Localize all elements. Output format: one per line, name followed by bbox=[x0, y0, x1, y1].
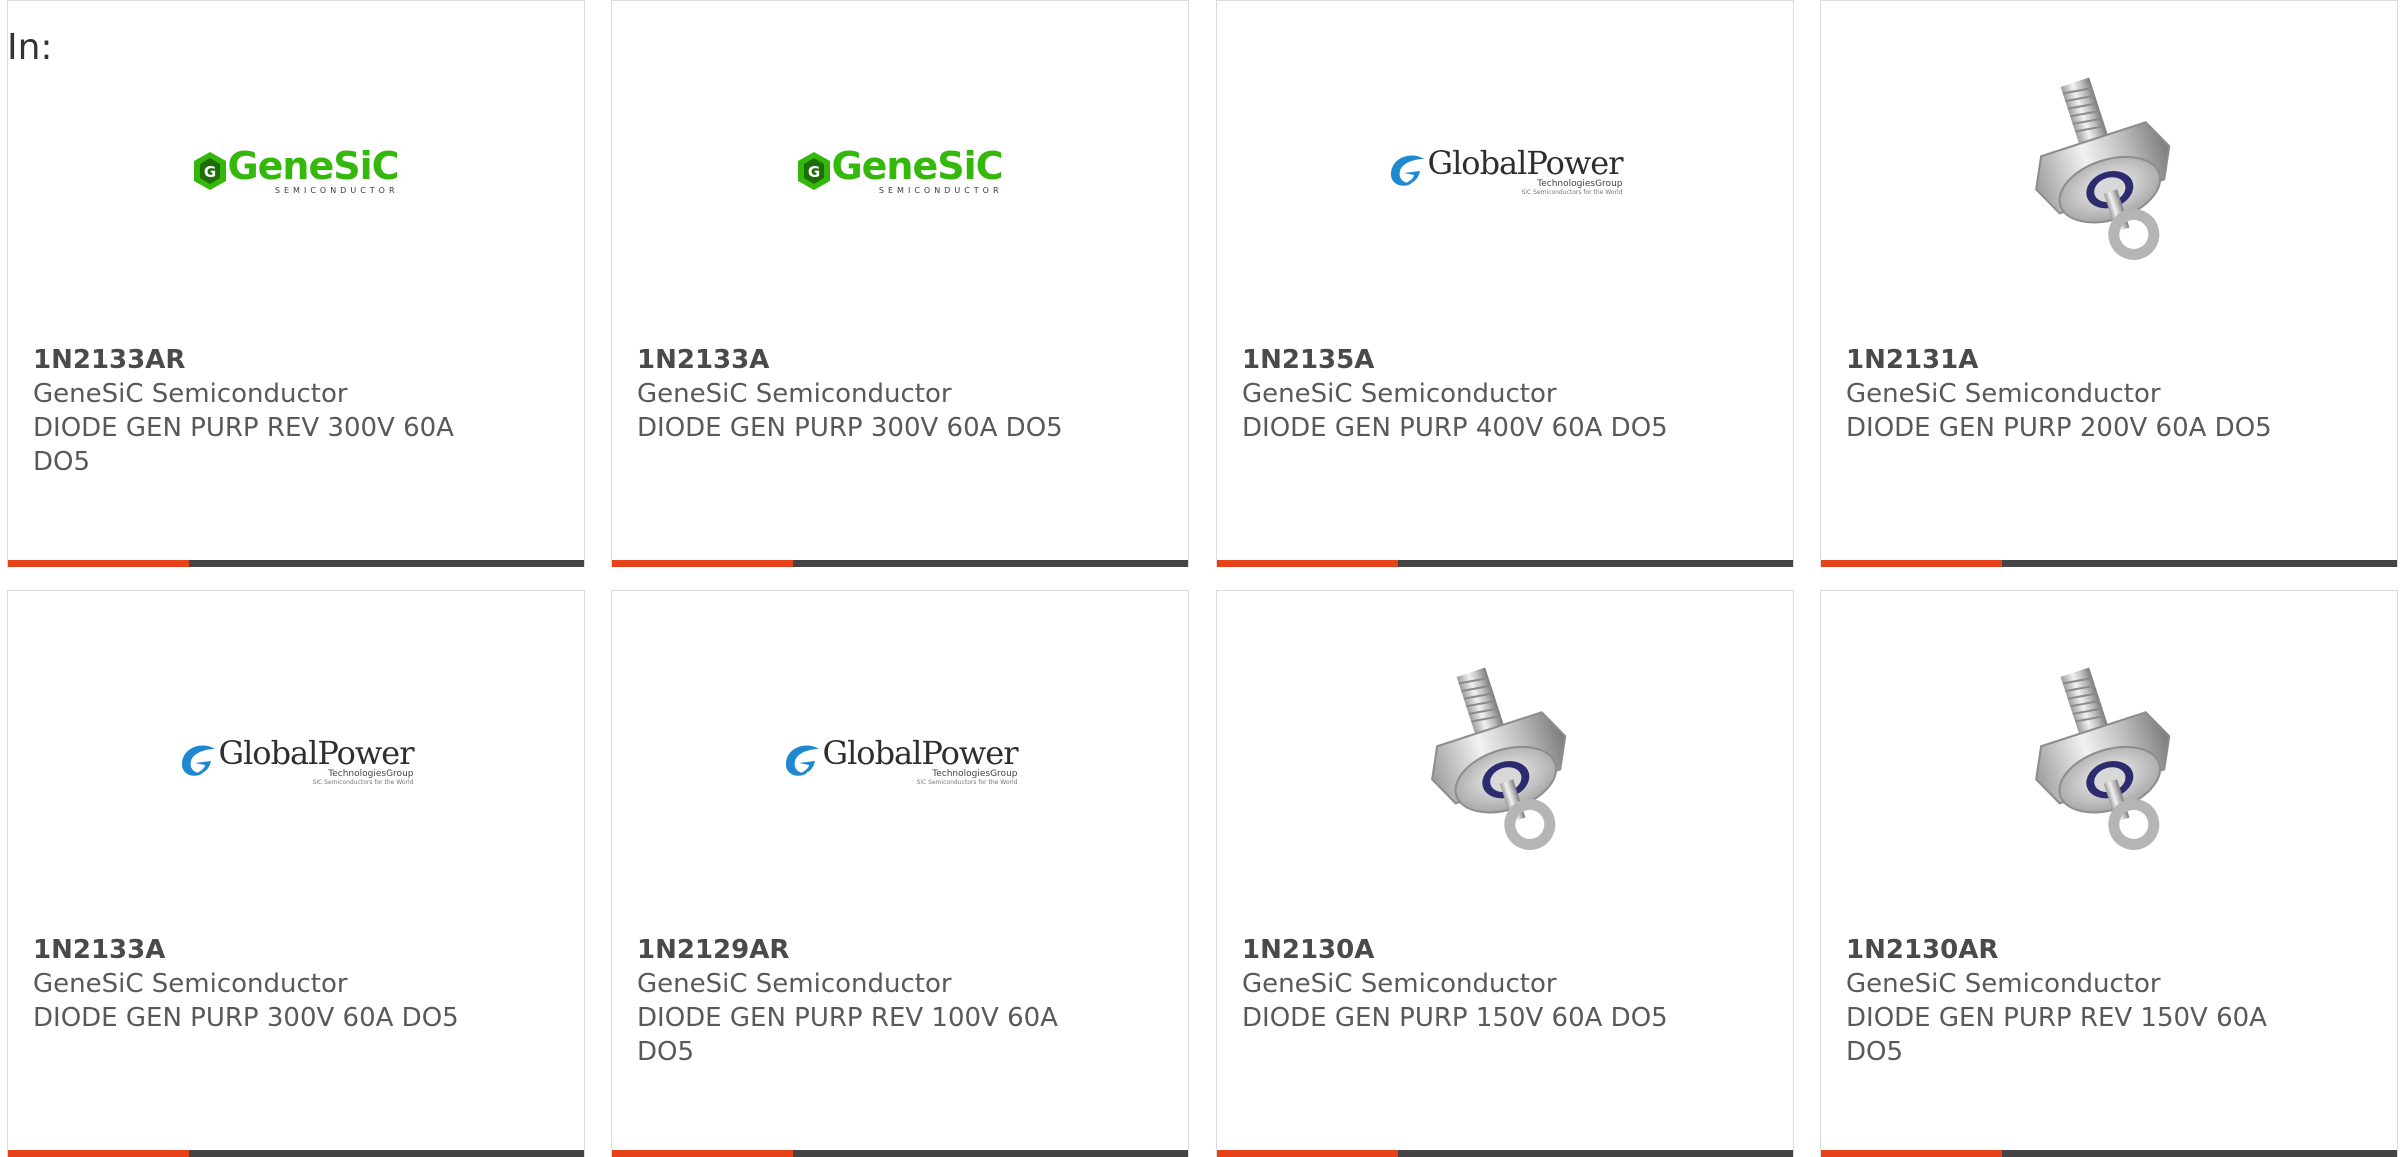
product-info: 1N2130A GeneSiC Semiconductor DIODE GEN PU… bbox=[1242, 933, 1672, 1035]
globalpower-logo: GlobalPower TechnologiesGroup SiC Semico… bbox=[179, 737, 414, 786]
product-card[interactable]: G GeneSiC SEMICONDUCTOR 1N2133A GeneSiC S… bbox=[611, 0, 1189, 567]
manufacturer-name: GeneSiC Semiconductor bbox=[1242, 379, 1557, 409]
product-description: DIODE GEN PURP 300V 60A DO5 bbox=[33, 1003, 459, 1033]
globalpower-logo-text: GlobalPower bbox=[822, 733, 1019, 772]
manufacturer-name: GeneSiC Semiconductor bbox=[1846, 379, 2161, 409]
diode-stud-photo bbox=[2035, 77, 2171, 260]
product-image[interactable]: GlobalPower TechnologiesGroup SiC Semico… bbox=[612, 651, 1188, 871]
product-description: DIODE GEN PURP 200V 60A DO5 bbox=[1846, 413, 2272, 443]
globalpower-swoosh-icon bbox=[181, 745, 215, 776]
genesic-hex-icon: G bbox=[194, 152, 227, 190]
product-info: 1N2135A GeneSiC Semiconductor DIODE GEN PU… bbox=[1242, 343, 1672, 445]
part-number[interactable]: 1N2130A bbox=[1242, 933, 1672, 967]
globalpower-logo-tagline: SiC Semiconductors for the World bbox=[312, 778, 414, 786]
product-description: DIODE GEN PURP 400V 60A DO5 bbox=[1242, 413, 1668, 443]
part-number[interactable]: 1N2131A bbox=[1846, 343, 2276, 377]
manufacturer-name: GeneSiC Semiconductor bbox=[1242, 969, 1557, 999]
genesic-logo-text: GeneSiC bbox=[831, 144, 1003, 188]
part-number[interactable]: 1N2135A bbox=[1242, 343, 1672, 377]
product-image[interactable]: G GeneSiC SEMICONDUCTOR bbox=[8, 61, 584, 281]
diode-stud-photo bbox=[1431, 667, 1567, 850]
svg-text:G: G bbox=[808, 163, 820, 181]
svg-text:G: G bbox=[204, 163, 216, 181]
product-description: DIODE GEN PURP REV 100V 60A DO5 bbox=[637, 1003, 1058, 1067]
card-accent-bar bbox=[8, 560, 190, 567]
part-number[interactable]: 1N2133A bbox=[637, 343, 1067, 377]
card-bottom-bar bbox=[612, 560, 1188, 567]
product-info: 1N2131A GeneSiC Semiconductor DIODE GEN PU… bbox=[1846, 343, 2276, 445]
product-description: DIODE GEN PURP REV 300V 60A DO5 bbox=[33, 413, 454, 477]
card-bottom-bar bbox=[8, 560, 584, 567]
manufacturer-name: GeneSiC Semiconductor bbox=[33, 379, 348, 409]
product-info: 1N2129AR GeneSiC Semiconductor DIODE GEN P… bbox=[637, 933, 1067, 1069]
genesic-logo: G GeneSiC SEMICONDUCTOR bbox=[193, 144, 400, 195]
part-number[interactable]: 1N2133A bbox=[33, 933, 463, 967]
globalpower-logo-text: GlobalPower bbox=[1427, 143, 1624, 182]
globalpower-swoosh-icon bbox=[785, 745, 819, 776]
part-number[interactable]: 1N2133AR bbox=[33, 343, 463, 377]
manufacturer-name: GeneSiC Semiconductor bbox=[637, 379, 952, 409]
product-info: 1N2133A GeneSiC Semiconductor DIODE GEN PU… bbox=[637, 343, 1067, 445]
product-info: 1N2133AR GeneSiC Semiconductor DIODE GEN P… bbox=[33, 343, 463, 479]
product-card[interactable]: GlobalPower TechnologiesGroup SiC Semico… bbox=[611, 590, 1189, 1157]
card-accent-bar bbox=[1821, 560, 2003, 567]
part-number[interactable]: 1N2129AR bbox=[637, 933, 1067, 967]
product-description: DIODE GEN PURP 150V 60A DO5 bbox=[1242, 1003, 1668, 1033]
product-card[interactable]: 1N2130AR GeneSiC Semiconductor DIODE GEN P… bbox=[1820, 590, 2398, 1157]
product-image[interactable] bbox=[1821, 61, 2397, 281]
product-card[interactable]: GlobalPower TechnologiesGroup SiC Semico… bbox=[1216, 0, 1794, 567]
product-image[interactable]: GlobalPower TechnologiesGroup SiC Semico… bbox=[8, 651, 584, 871]
globalpower-logo: GlobalPower TechnologiesGroup SiC Semico… bbox=[783, 737, 1018, 786]
globalpower-logo-tagline: SiC Semiconductors for the World bbox=[916, 778, 1018, 786]
product-image[interactable] bbox=[1217, 651, 1793, 871]
product-image[interactable]: GlobalPower TechnologiesGroup SiC Semico… bbox=[1217, 61, 1793, 281]
globalpower-logo-text: GlobalPower bbox=[218, 733, 415, 772]
part-number[interactable]: 1N2130AR bbox=[1846, 933, 2276, 967]
product-card[interactable]: G GeneSiC SEMICONDUCTOR 1N2133AR GeneSiC … bbox=[7, 0, 585, 567]
card-accent-bar bbox=[1217, 560, 1399, 567]
card-bottom-bar bbox=[1821, 560, 2397, 567]
product-grid: G GeneSiC SEMICONDUCTOR 1N2133AR GeneSiC … bbox=[0, 0, 2400, 1157]
product-card[interactable]: 1N2131A GeneSiC Semiconductor DIODE GEN PU… bbox=[1820, 0, 2398, 567]
globalpower-logo-tagline: SiC Semiconductors for the World bbox=[1521, 188, 1623, 196]
product-card[interactable]: GlobalPower TechnologiesGroup SiC Semico… bbox=[7, 590, 585, 1157]
product-description: DIODE GEN PURP 300V 60A DO5 bbox=[637, 413, 1063, 443]
product-card[interactable]: 1N2130A GeneSiC Semiconductor DIODE GEN PU… bbox=[1216, 590, 1794, 1157]
genesic-logo: G GeneSiC SEMICONDUCTOR bbox=[797, 144, 1004, 195]
manufacturer-name: GeneSiC Semiconductor bbox=[33, 969, 348, 999]
card-accent-bar bbox=[612, 560, 794, 567]
genesic-hex-icon: G bbox=[798, 152, 831, 190]
globalpower-swoosh-icon bbox=[1390, 155, 1424, 186]
filter-in-label: In: bbox=[7, 27, 53, 68]
product-image[interactable]: G GeneSiC SEMICONDUCTOR bbox=[612, 61, 1188, 281]
diode-stud-photo bbox=[2035, 667, 2171, 850]
product-info: 1N2130AR GeneSiC Semiconductor DIODE GEN P… bbox=[1846, 933, 2276, 1069]
product-description: DIODE GEN PURP REV 150V 60A DO5 bbox=[1846, 1003, 2267, 1067]
manufacturer-name: GeneSiC Semiconductor bbox=[1846, 969, 2161, 999]
product-image[interactable] bbox=[1821, 651, 2397, 871]
product-info: 1N2133A GeneSiC Semiconductor DIODE GEN PU… bbox=[33, 933, 463, 1035]
genesic-logo-text: GeneSiC bbox=[227, 144, 399, 188]
card-bottom-bar bbox=[1217, 560, 1793, 567]
globalpower-logo: GlobalPower TechnologiesGroup SiC Semico… bbox=[1388, 147, 1623, 196]
manufacturer-name: GeneSiC Semiconductor bbox=[637, 969, 952, 999]
